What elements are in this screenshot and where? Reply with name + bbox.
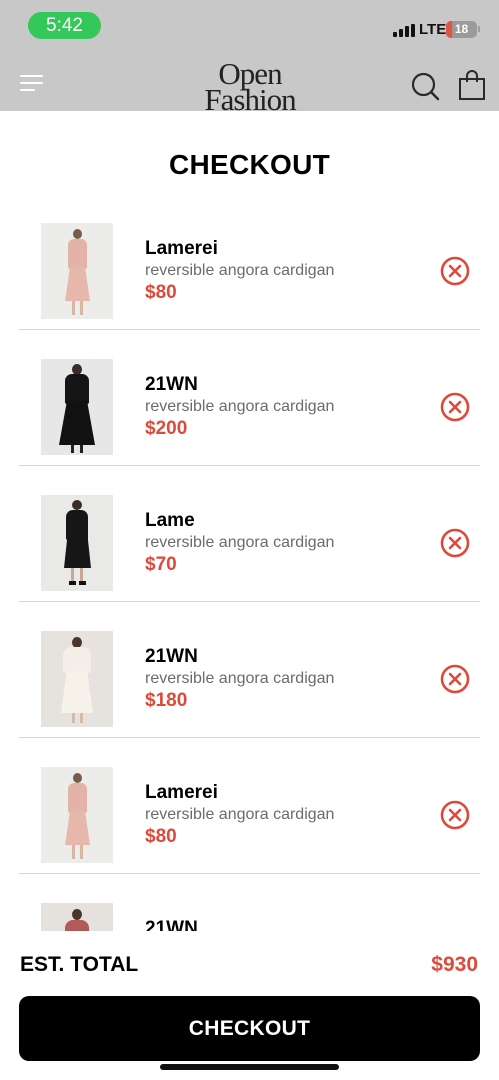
remove-icon[interactable] [440, 800, 470, 830]
page-title: CHECKOUT [168, 149, 331, 180]
item-brand: Lamerei [145, 782, 218, 803]
checkout-content[interactable]: CHECKOUT Lamerei reversible angora cardi… [0, 111, 499, 931]
item-description: reversible angora cardigan [145, 806, 335, 823]
product-image[interactable] [41, 359, 113, 455]
total-value: $930 [431, 953, 478, 976]
cart-item[interactable]: 21WN reversible angora cardigan $200 [0, 347, 499, 483]
battery-charging-icon: 18 [446, 21, 477, 38]
item-divider [19, 465, 480, 466]
item-info: Lame reversible angora cardigan $70 [145, 510, 415, 576]
menu-icon[interactable] [20, 75, 43, 92]
item-divider [19, 601, 480, 602]
item-price: $70 [145, 554, 177, 575]
remove-icon[interactable] [440, 256, 470, 286]
remove-icon[interactable] [440, 664, 470, 694]
cart-item[interactable]: Lamerei reversible angora cardigan $80 [0, 211, 499, 347]
cart-item[interactable]: Lame reversible angora cardigan $70 [0, 483, 499, 619]
product-image[interactable] [41, 495, 113, 591]
product-image[interactable] [41, 223, 113, 319]
item-price: $200 [145, 418, 188, 439]
app-logo[interactable]: Open Fashion [176, 56, 324, 117]
logo-line-2: Fashion [204, 82, 296, 117]
item-price: $80 [145, 826, 177, 847]
shopping-bag-icon[interactable] [458, 70, 486, 101]
item-info: Lamerei reversible angora cardigan $80 [145, 782, 415, 848]
product-image[interactable] [41, 767, 113, 863]
item-price: $180 [145, 690, 188, 711]
item-info: Lamerei reversible angora cardigan $80 [145, 238, 415, 304]
item-divider [19, 737, 480, 738]
cart-item[interactable]: Lamerei reversible angora cardigan $80 [0, 755, 499, 891]
status-bar: 5:42 LTE 18 [0, 0, 499, 56]
item-description: reversible angora cardigan [145, 534, 335, 551]
item-info: 21WN reversible angora cardigan $200 [145, 374, 415, 440]
item-brand: 21WN [145, 374, 198, 395]
search-icon[interactable] [410, 71, 440, 101]
item-description: reversible angora cardigan [145, 398, 335, 415]
item-info: 21WN reversible angora cardigan $180 [145, 646, 415, 712]
status-time: 5:42 [28, 12, 101, 39]
checkout-button[interactable]: CHECKOUT [19, 996, 480, 1061]
battery-percent: 18 [454, 22, 469, 36]
item-price: $80 [145, 282, 177, 303]
cart-item[interactable]: 21WN [0, 891, 499, 931]
item-brand: Lame [145, 510, 195, 531]
item-divider [19, 873, 480, 874]
remove-icon[interactable] [440, 528, 470, 558]
battery-level [446, 21, 452, 38]
total-label: EST. TOTAL [20, 953, 139, 976]
item-info: 21WN [145, 918, 415, 931]
home-indicator[interactable] [160, 1064, 339, 1070]
network-label: LTE [419, 21, 447, 38]
item-divider [19, 329, 480, 330]
product-image[interactable] [41, 631, 113, 727]
remove-icon[interactable] [440, 392, 470, 422]
cart-item-list[interactable]: Lamerei reversible angora cardigan $80 2… [0, 211, 499, 931]
total-row: EST. TOTAL $930 [0, 951, 499, 979]
product-image[interactable] [41, 903, 113, 931]
signal-bars-icon [393, 24, 415, 37]
app-header: Open Fashion [0, 56, 499, 117]
item-brand: 21WN [145, 646, 198, 667]
battery-cap [478, 26, 480, 32]
cart-item[interactable]: 21WN reversible angora cardigan $180 [0, 619, 499, 755]
item-brand: 21WN [145, 918, 198, 931]
item-description: reversible angora cardigan [145, 670, 335, 687]
item-description: reversible angora cardigan [145, 262, 335, 279]
item-brand: Lamerei [145, 238, 218, 259]
